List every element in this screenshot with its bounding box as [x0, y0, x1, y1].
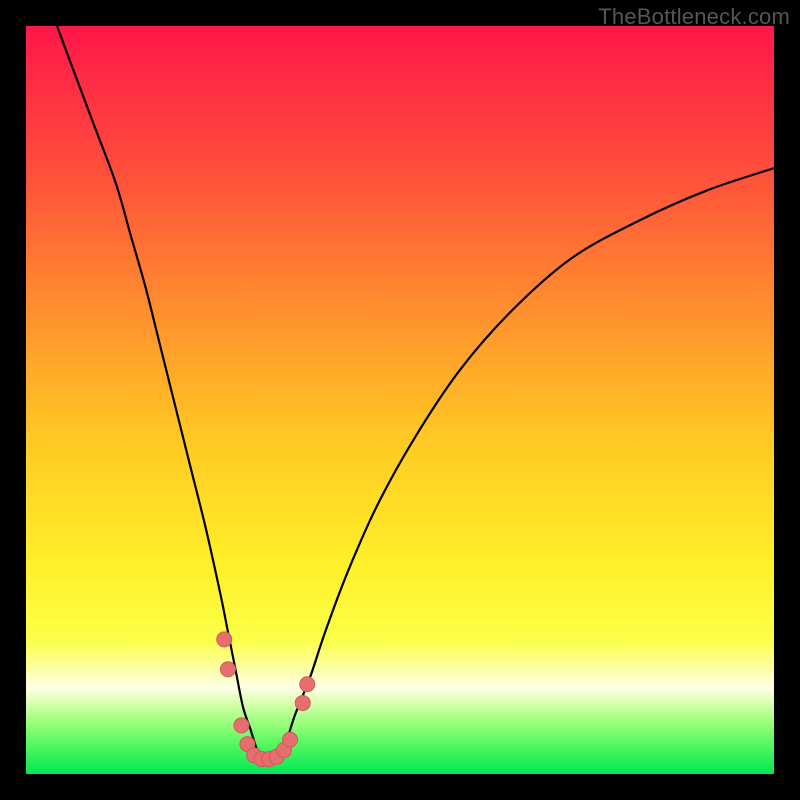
watermark-text: TheBottleneck.com [598, 4, 790, 30]
curve-marker [300, 677, 315, 692]
bottleneck-chart [26, 26, 774, 774]
curve-marker [283, 732, 298, 747]
curve-marker [295, 695, 310, 710]
chart-frame [26, 26, 774, 774]
curve-marker [217, 632, 232, 647]
curve-marker [234, 718, 249, 733]
curve-marker [220, 662, 235, 677]
gradient-background [26, 26, 774, 774]
